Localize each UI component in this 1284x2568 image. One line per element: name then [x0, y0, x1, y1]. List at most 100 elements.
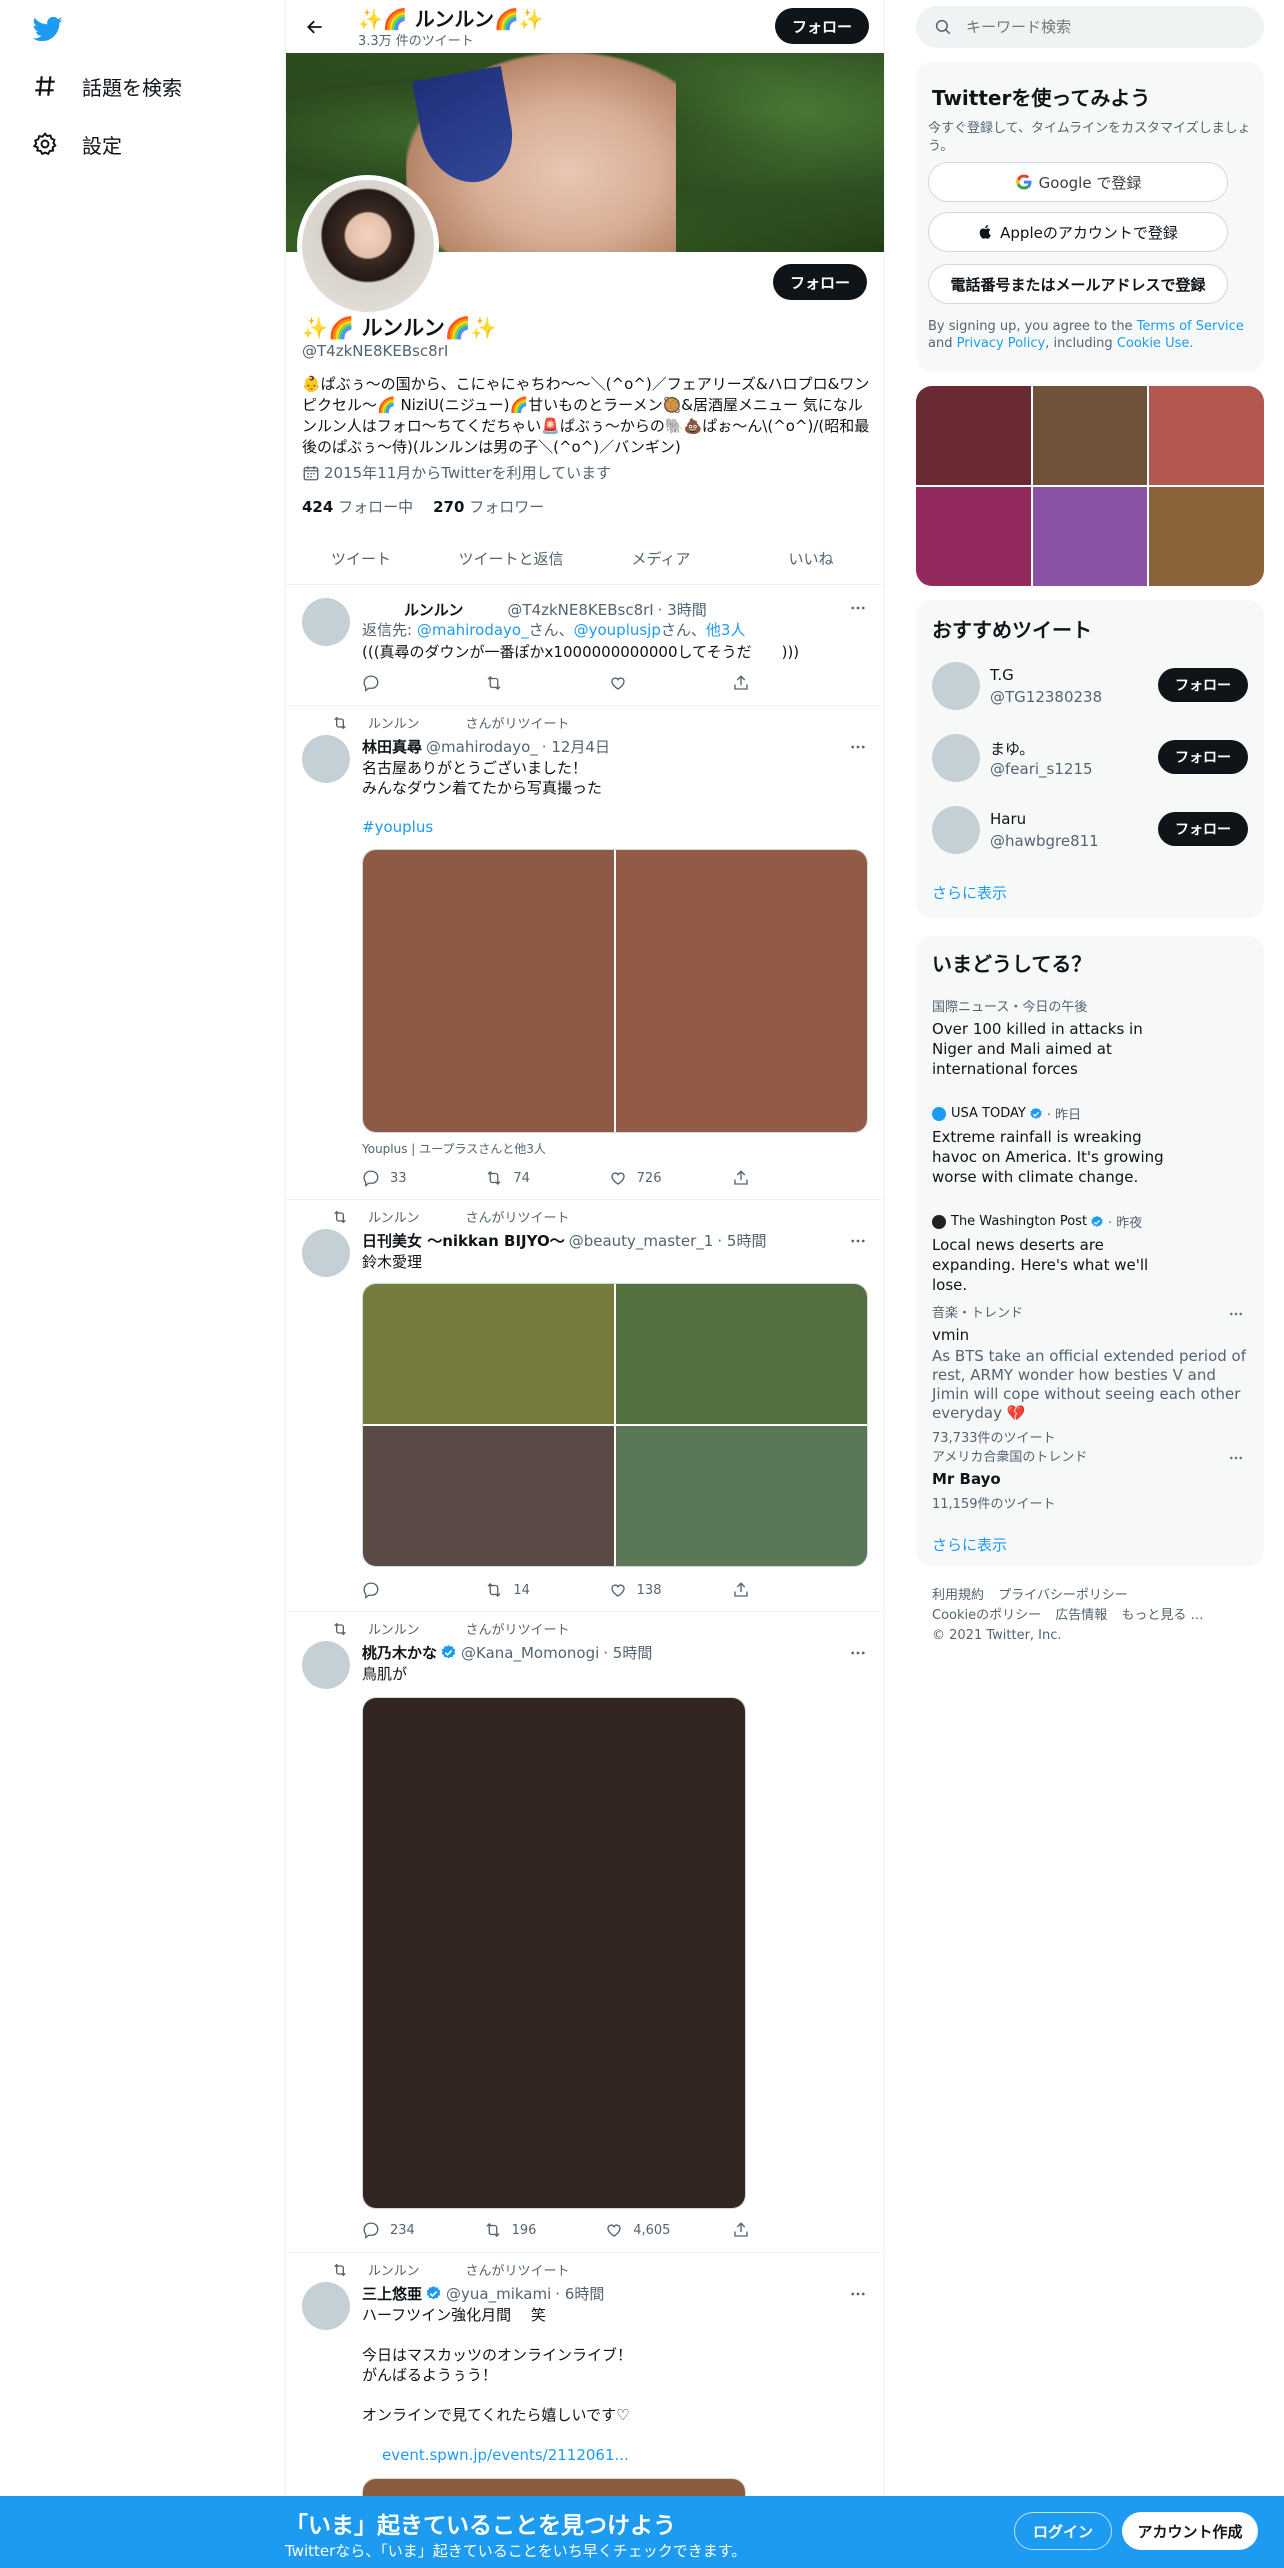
trend-item[interactable]: 音楽・トレンド vmin As BTS take an official ext…: [932, 1302, 1248, 1446]
trend-item[interactable]: 国際ニュース・今日の午後 Over 100 killed in attacks …: [932, 996, 1248, 1079]
search-bar[interactable]: [916, 6, 1264, 48]
media-thumbnail[interactable]: [916, 487, 1031, 586]
following-link[interactable]: 424 フォロー中: [302, 496, 413, 517]
nav-explore[interactable]: 話題を検索: [32, 66, 182, 106]
footer-cookie-link[interactable]: Cookieのポリシー: [932, 1608, 1041, 1623]
follow-button[interactable]: フォロー: [1158, 740, 1248, 774]
tweet-avatar[interactable]: [302, 2282, 350, 2330]
reply-button[interactable]: [362, 674, 422, 692]
footer-privacy-link[interactable]: プライバシーポリシー: [998, 1588, 1128, 1603]
phone-email-signup-button[interactable]: 電話番号またはメールアドレスで登録: [928, 264, 1228, 304]
back-button[interactable]: [298, 10, 332, 44]
tweet[interactable]: ルンルン さんがリツイート 桃乃木かな @Kana_Momonogi · 5時間…: [286, 1613, 884, 2253]
reply-others[interactable]: 他3人: [706, 621, 746, 639]
tab-media[interactable]: メディア: [586, 532, 736, 584]
trend-more-button[interactable]: [1224, 1302, 1248, 1326]
share-button[interactable]: [732, 2221, 792, 2239]
more-options-button[interactable]: [846, 2282, 870, 2306]
tweet-avatar[interactable]: [302, 1229, 350, 1277]
media-thumbnail[interactable]: [916, 386, 1031, 485]
tweet-link[interactable]: event.spwn.jp/events/2112061...: [382, 2445, 884, 2465]
like-button[interactable]: 4,605: [605, 2221, 670, 2239]
retweeter-name[interactable]: ルンルン: [368, 1619, 419, 1638]
tweet-handle[interactable]: @Kana_Momonogi: [461, 1644, 599, 1662]
tweet-time[interactable]: · 5時間: [603, 1642, 652, 1663]
like-button[interactable]: [609, 674, 669, 692]
tweet[interactable]: ルンルン さんがリツイート 日刊美女 〜nikkan BIJYO〜 @beaut…: [286, 1201, 884, 1612]
media-photo[interactable]: [363, 1284, 614, 1424]
followers-link[interactable]: 270 フォロワー: [433, 496, 544, 517]
login-button[interactable]: ログイン: [1014, 2512, 1112, 2550]
share-button[interactable]: [732, 1581, 792, 1599]
tweet-handle[interactable]: @mahirodayo_: [426, 738, 538, 756]
tweet-author-name[interactable]: 三上悠亜: [362, 2283, 422, 2304]
footer-ads-link[interactable]: 広告情報: [1055, 1608, 1107, 1623]
media-caption[interactable]: Youplus | ユープラスさんと他3人: [362, 1139, 872, 1159]
tweet-author-name[interactable]: 桃乃木かな: [362, 1642, 437, 1663]
profile-avatar[interactable]: [297, 175, 439, 317]
reply-mention-2[interactable]: @youplusjp: [574, 621, 661, 639]
follow-button[interactable]: フォロー: [1158, 812, 1248, 846]
recommended-user[interactable]: T.G @TG12380238 フォロー: [932, 656, 1248, 716]
tweet-avatar[interactable]: [302, 735, 350, 783]
trend-item[interactable]: The Washington Post · 昨夜 Local news dese…: [932, 1212, 1248, 1295]
tab-likes[interactable]: いいね: [736, 532, 884, 584]
tweet-time[interactable]: · 3時間: [658, 599, 707, 620]
like-button[interactable]: 726: [609, 1169, 669, 1187]
retweet-button[interactable]: 74: [485, 1169, 545, 1187]
avatar[interactable]: [932, 662, 980, 710]
footer-more-link[interactable]: もっと見る …: [1121, 1608, 1203, 1623]
recommended-user[interactable]: Haru @hawbgre811 フォロー: [932, 800, 1248, 860]
reply-button[interactable]: 234: [362, 2221, 422, 2239]
tweet-media[interactable]: [362, 1697, 746, 2209]
retweet-button[interactable]: [485, 674, 545, 692]
tab-tweets[interactable]: ツイート: [286, 532, 436, 584]
trend-item[interactable]: アメリカ合衆国のトレンド Mr Bayo 11,159件のツイート: [932, 1446, 1248, 1512]
privacy-link[interactable]: Privacy Policy: [957, 336, 1046, 351]
like-button[interactable]: 138: [609, 1581, 669, 1599]
media-thumbnail[interactable]: [1032, 487, 1148, 586]
twitter-logo-icon[interactable]: [32, 14, 64, 44]
google-signup-button[interactable]: Google で登録: [928, 162, 1228, 202]
tweet-media[interactable]: [362, 849, 868, 1133]
media-photo[interactable]: [616, 1426, 867, 1566]
footer-terms-link[interactable]: 利用規約: [932, 1588, 984, 1603]
avatar[interactable]: [932, 806, 980, 854]
avatar[interactable]: [932, 734, 980, 782]
media-thumbnail[interactable]: [1032, 386, 1148, 485]
tweet-time[interactable]: · 12月4日: [542, 736, 610, 757]
terms-link[interactable]: Terms of Service: [1137, 319, 1244, 334]
recommended-show-more[interactable]: さらに表示: [932, 882, 1007, 903]
tweet-hashtag[interactable]: #youplus: [362, 817, 872, 837]
tweet-avatar[interactable]: [302, 1641, 350, 1689]
apple-signup-button[interactable]: Appleのアカウントで登録: [928, 212, 1228, 252]
media-photo[interactable]: [616, 1284, 867, 1424]
retweeter-name[interactable]: ルンルン: [368, 713, 419, 732]
media-photo[interactable]: [363, 1698, 745, 2208]
tweet-handle[interactable]: @T4zkNE8KEBsc8rI: [507, 601, 653, 619]
tweet-author-name[interactable]: 林田真尋: [362, 736, 422, 757]
tab-tweets-replies[interactable]: ツイートと返信: [436, 532, 586, 584]
tweet[interactable]: ルンルン さんがリツイート 林田真尋 @mahirodayo_ · 12月4日 …: [286, 707, 884, 1200]
recommended-user[interactable]: まゆ。 @feari_s1215 フォロー: [932, 728, 1248, 788]
retweeter-name[interactable]: ルンルン: [368, 2260, 419, 2279]
tweet-avatar[interactable]: [302, 598, 350, 646]
media-photo[interactable]: [363, 1426, 614, 1566]
header-follow-button[interactable]: フォロー: [775, 8, 869, 44]
trends-show-more[interactable]: さらに表示: [932, 1534, 1007, 1555]
retweeter-name[interactable]: ルンルン: [368, 1207, 419, 1226]
reply-mention-1[interactable]: @mahirodayo_: [417, 621, 529, 639]
media-photo[interactable]: [363, 850, 614, 1132]
more-options-button[interactable]: [846, 596, 870, 620]
more-options-button[interactable]: [846, 1641, 870, 1665]
trend-more-button[interactable]: [1224, 1446, 1248, 1470]
media-photo[interactable]: [616, 850, 867, 1132]
share-button[interactable]: [732, 1169, 792, 1187]
media-thumbnail[interactable]: [1149, 487, 1264, 586]
tweet-handle[interactable]: @beauty_master_1: [569, 1232, 714, 1250]
retweet-button[interactable]: 14: [485, 1581, 545, 1599]
tweet-time[interactable]: · 5時間: [717, 1230, 766, 1251]
cookie-link[interactable]: Cookie Use.: [1117, 336, 1194, 351]
media-thumbnail[interactable]: [1149, 386, 1264, 485]
search-input[interactable]: [966, 18, 1226, 36]
